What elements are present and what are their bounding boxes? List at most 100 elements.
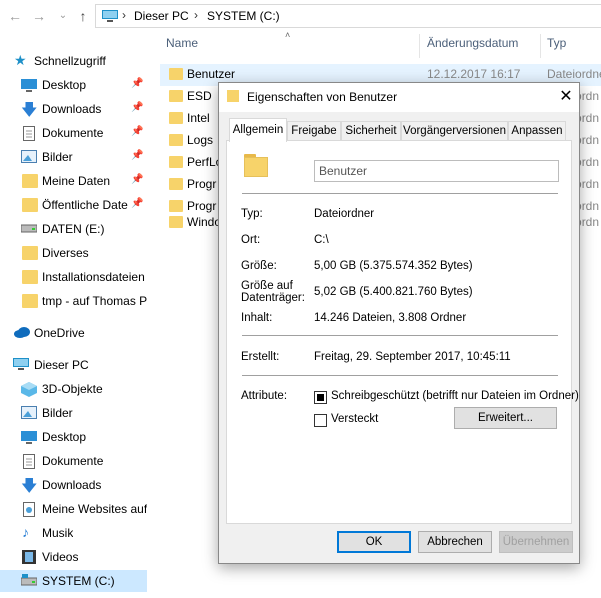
size-value: 5,00 GB (5.375.574.352 Bytes) (314, 260, 473, 272)
advanced-button[interactable]: Erweitert... (454, 407, 557, 429)
music-icon: ♪ (22, 524, 29, 540)
arrow-up-icon: ↑ (79, 8, 87, 24)
sidebar-item-installationsdateien[interactable]: Installationsdateien (0, 266, 147, 288)
disk-size-value: 5,02 GB (5.400.821.760 Bytes) (314, 286, 473, 298)
sidebar-item-3d-objects[interactable]: 3D-Objekte (0, 378, 147, 400)
breadcrumb-chevron-icon: › (122, 8, 126, 22)
sidebar-item-onedrive[interactable]: OneDrive (0, 322, 147, 344)
sidebar-item-label: Dokumente (42, 126, 104, 140)
breadcrumb-this-pc[interactable]: Dieser PC (134, 9, 189, 23)
sidebar-item-system-drive[interactable]: SYSTEM (C:) (0, 570, 147, 592)
readonly-label[interactable]: Schreibgeschützt (betrifft nur Dateien i… (331, 390, 579, 402)
chevron-down-icon: ⌄ (58, 10, 68, 21)
sidebar-item-label: Desktop (42, 78, 87, 92)
hidden-checkbox[interactable] (314, 414, 327, 427)
sidebar-item-quick-access[interactable]: ★ Schnellzugriff (0, 50, 147, 72)
sidebar-item-label: Bilder (42, 406, 73, 420)
sidebar-item-label: OneDrive (34, 326, 85, 340)
pin-icon: 📌 (131, 78, 144, 89)
file-name: Logs (187, 133, 214, 147)
sidebar-item-label: Meine Daten (42, 174, 111, 188)
created-label: Erstellt: (241, 351, 280, 363)
pin-icon: 📌 (131, 198, 144, 209)
sidebar-item-pc-downloads[interactable]: 🡇 Downloads (0, 474, 147, 496)
tab-previous-versions[interactable]: Vorgängerversionen (401, 121, 508, 141)
sidebar-item-this-pc[interactable]: Dieser PC (0, 354, 147, 376)
arrow-left-icon: ← (8, 8, 22, 24)
sidebar-item-pictures[interactable]: Bilder 📌 (0, 146, 147, 168)
sidebar-item-music[interactable]: ♪ Musik (0, 522, 147, 544)
sidebar-item-diverses[interactable]: Diverses (0, 242, 147, 264)
sidebar-item-daten-e[interactable]: DATEN (E:) (0, 218, 147, 240)
folder-icon (169, 156, 183, 168)
sort-ascending-icon: ˄ (285, 30, 291, 40)
dialog-title-bar[interactable]: Eigenschaften von Benutzer ✕ (219, 83, 579, 112)
column-header-date[interactable]: Änderungsdatum (427, 36, 518, 58)
documents-icon (23, 126, 39, 141)
videos-icon (22, 550, 38, 564)
cancel-button[interactable]: Abbrechen (418, 531, 492, 553)
pin-icon: 📌 (131, 150, 144, 161)
sidebar-item-documents[interactable]: Dokumente 📌 (0, 122, 147, 144)
forward-button[interactable]: → (30, 6, 48, 26)
address-bar[interactable]: › Dieser PC › SYSTEM (C:) (95, 4, 601, 28)
sidebar-item-meine-daten[interactable]: Meine Daten 📌 (0, 170, 147, 192)
created-value: Freitag, 29. September 2017, 10:45:11 (314, 351, 511, 363)
folder-name-input[interactable]: Benutzer (314, 160, 559, 182)
folder-icon (22, 294, 38, 308)
apply-button[interactable]: Übernehmen (499, 531, 573, 553)
sidebar-item-label: Diverses (42, 246, 89, 260)
sidebar-item-pc-desktop[interactable]: Desktop (0, 426, 147, 448)
attributes-label: Attribute: (241, 390, 288, 402)
file-name: Windo (187, 215, 222, 229)
pin-icon: 📌 (131, 102, 144, 113)
sidebar-item-label: Downloads (42, 102, 102, 116)
tab-general[interactable]: Allgemein (229, 118, 287, 142)
column-divider[interactable] (540, 34, 541, 58)
column-header-name[interactable]: Name (166, 36, 198, 58)
sidebar-item-label: Musik (42, 526, 74, 540)
3d-objects-icon (21, 382, 37, 397)
sidebar-item-pc-documents[interactable]: Dokumente (0, 450, 147, 472)
sidebar-item-oeffentliche-daten[interactable]: Öffentliche Date 📌 (0, 194, 147, 216)
sidebar-item-desktop[interactable]: Desktop 📌 (0, 74, 147, 96)
recent-locations-button[interactable]: ⌄ (54, 6, 72, 26)
tab-customize[interactable]: Anpassen (508, 121, 566, 141)
up-button[interactable]: ↑ (74, 6, 92, 26)
download-icon: 🡇 (21, 478, 38, 495)
folder-icon (169, 216, 183, 228)
back-button[interactable]: ← (6, 6, 24, 26)
sidebar-item-downloads[interactable]: 🡇 Downloads 📌 (0, 98, 147, 120)
column-divider[interactable] (419, 34, 420, 58)
sidebar-item-label: Dieser PC (34, 358, 89, 372)
folder-icon (244, 154, 270, 177)
properties-dialog: Eigenschaften von Benutzer ✕ Allgemein F… (218, 82, 580, 564)
star-icon: ★ (14, 52, 27, 68)
breadcrumb-system-drive[interactable]: SYSTEM (C:) (207, 9, 280, 23)
sidebar-item-videos[interactable]: Videos (0, 546, 147, 568)
sidebar-item-label: DATEN (E:) (42, 222, 105, 236)
system-drive-icon (20, 574, 38, 588)
folder-icon (169, 112, 183, 124)
folder-icon (169, 90, 183, 102)
tab-sharing[interactable]: Freigabe (287, 121, 341, 141)
ok-button[interactable]: OK (337, 531, 411, 553)
sidebar-item-websites[interactable]: Meine Websites auf (0, 498, 147, 520)
general-panel: Benutzer Typ: Dateiordner Ort: C:\ Größe… (226, 140, 579, 524)
close-button[interactable]: ✕ (555, 86, 577, 108)
location-value: C:\ (314, 234, 329, 246)
sidebar-item-label: Desktop (42, 430, 87, 444)
hidden-label[interactable]: Versteckt (331, 413, 378, 425)
tab-security[interactable]: Sicherheit (341, 121, 401, 141)
sidebar-item-tmp[interactable]: tmp - auf Thomas P (0, 290, 147, 312)
column-header-type[interactable]: Typ (547, 36, 566, 58)
file-name: Progr (187, 199, 217, 213)
divider (242, 193, 558, 194)
folder-icon (22, 270, 38, 284)
readonly-checkbox[interactable] (314, 391, 327, 404)
sidebar-item-pc-pictures[interactable]: Bilder (0, 402, 147, 424)
sidebar-item-label: Bilder (42, 150, 73, 164)
arrow-right-icon: → (32, 8, 46, 24)
download-icon: 🡇 (21, 102, 38, 119)
pin-icon: 📌 (131, 126, 144, 137)
